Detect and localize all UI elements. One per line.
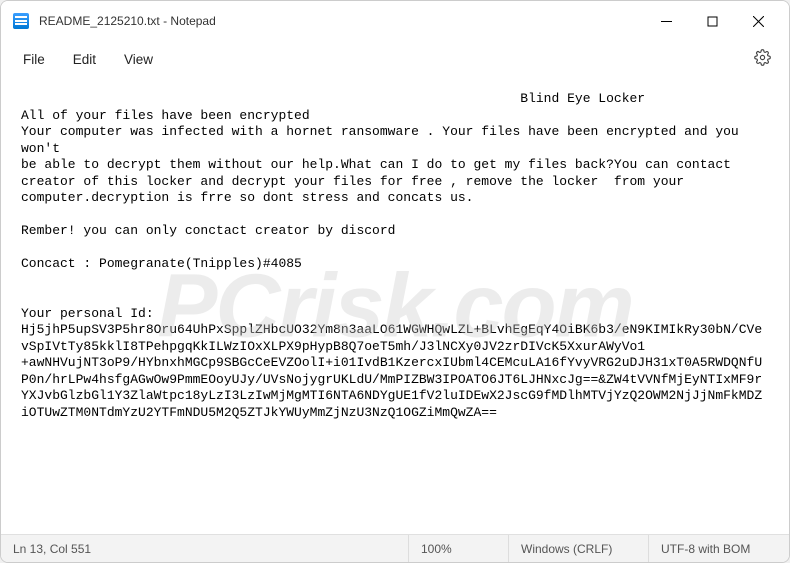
maximize-icon — [707, 16, 718, 27]
status-encoding: UTF-8 with BOM — [649, 535, 789, 562]
titlebar[interactable]: README_2125210.txt - Notepad — [1, 1, 789, 41]
statusbar: Ln 13, Col 551 100% Windows (CRLF) UTF-8… — [1, 534, 789, 562]
minimize-icon — [661, 16, 672, 27]
minimize-button[interactable] — [643, 5, 689, 37]
status-line-ending: Windows (CRLF) — [509, 535, 649, 562]
content-area: PCrisk.com — [1, 79, 789, 534]
window-controls — [643, 5, 781, 37]
notepad-icon — [13, 13, 29, 29]
settings-button[interactable] — [744, 43, 781, 77]
close-button[interactable] — [735, 5, 781, 37]
notepad-window: README_2125210.txt - Notepad File Edit V… — [0, 0, 790, 563]
menubar: File Edit View — [1, 41, 789, 79]
status-zoom[interactable]: 100% — [409, 535, 509, 562]
status-position: Ln 13, Col 551 — [1, 535, 409, 562]
text-editor[interactable] — [5, 83, 785, 534]
maximize-button[interactable] — [689, 5, 735, 37]
menu-file[interactable]: File — [9, 46, 59, 73]
gear-icon — [754, 49, 771, 66]
window-title: README_2125210.txt - Notepad — [39, 14, 643, 28]
close-icon — [753, 16, 764, 27]
menu-view[interactable]: View — [110, 46, 167, 73]
menu-edit[interactable]: Edit — [59, 46, 110, 73]
